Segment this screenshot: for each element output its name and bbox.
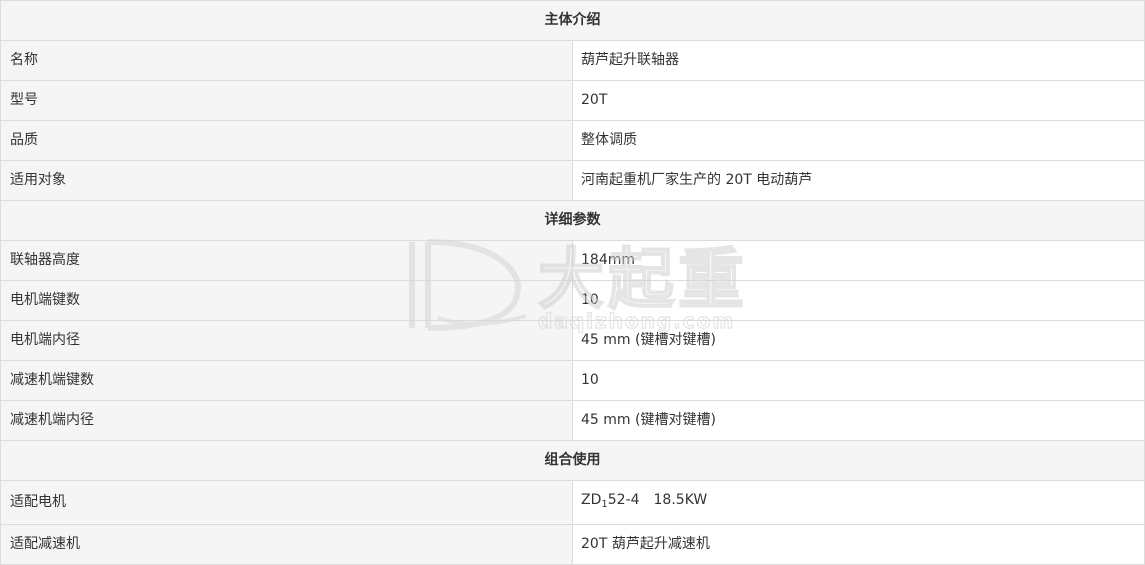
- row-label: 减速机端键数: [0, 360, 573, 401]
- table-row: 电机端内径 45 mm (键槽对键槽): [0, 320, 1145, 361]
- row-value: 45 mm (键槽对键槽): [572, 400, 1145, 441]
- row-value: 20T: [572, 80, 1145, 121]
- row-label: 电机端内径: [0, 320, 573, 361]
- section-title: 详细参数: [0, 200, 1145, 241]
- row-label: 电机端键数: [0, 280, 573, 321]
- row-label: 适配减速机: [0, 524, 573, 565]
- row-label: 适用对象: [0, 160, 573, 201]
- spec-table: 主体介绍 名称 葫芦起升联轴器 型号 20T 品质 整体调质 适用对象 河南起重…: [0, 0, 1145, 565]
- section-title: 组合使用: [0, 440, 1145, 481]
- table-row: 型号 20T: [0, 80, 1145, 121]
- table-row: 电机端键数 10: [0, 280, 1145, 321]
- table-row: 适配电机 ZD152-4 18.5KW: [0, 480, 1145, 525]
- row-value: 10: [572, 360, 1145, 401]
- row-value: 河南起重机厂家生产的 20T 电动葫芦: [572, 160, 1145, 201]
- table-row: 联轴器高度 184mm: [0, 240, 1145, 281]
- table-row: 适配减速机 20T 葫芦起升减速机: [0, 524, 1145, 565]
- row-label: 名称: [0, 40, 573, 81]
- section-header-row: 主体介绍: [0, 0, 1145, 41]
- motor-model-prefix: ZD: [581, 492, 602, 508]
- row-value: 葫芦起升联轴器: [572, 40, 1145, 81]
- row-value: ZD152-4 18.5KW: [572, 480, 1145, 525]
- row-label: 适配电机: [0, 480, 573, 525]
- row-label: 联轴器高度: [0, 240, 573, 281]
- table-row: 名称 葫芦起升联轴器: [0, 40, 1145, 81]
- table-row: 减速机端键数 10: [0, 360, 1145, 401]
- row-value: 45 mm (键槽对键槽): [572, 320, 1145, 361]
- motor-model-rest: 52-4 18.5KW: [607, 492, 708, 508]
- row-value: 整体调质: [572, 120, 1145, 161]
- section-title: 主体介绍: [0, 0, 1145, 41]
- table-row: 适用对象 河南起重机厂家生产的 20T 电动葫芦: [0, 160, 1145, 201]
- row-label: 品质: [0, 120, 573, 161]
- table-row: 品质 整体调质: [0, 120, 1145, 161]
- section-header-row: 组合使用: [0, 440, 1145, 481]
- table-row: 减速机端内径 45 mm (键槽对键槽): [0, 400, 1145, 441]
- row-label: 型号: [0, 80, 573, 121]
- row-value: 184mm: [572, 240, 1145, 281]
- row-label: 减速机端内径: [0, 400, 573, 441]
- row-value: 10: [572, 280, 1145, 321]
- section-header-row: 详细参数: [0, 200, 1145, 241]
- row-value: 20T 葫芦起升减速机: [572, 524, 1145, 565]
